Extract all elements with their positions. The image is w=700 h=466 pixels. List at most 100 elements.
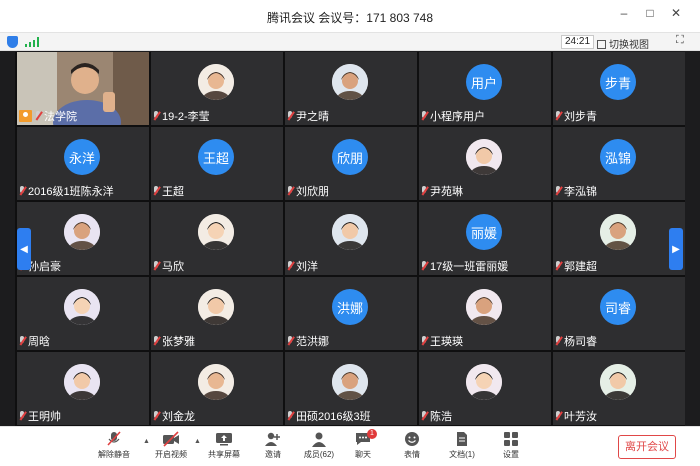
- participant-namebar: 19-2-李莹: [153, 109, 210, 123]
- participant-tile[interactable]: 用户 小程序用户: [419, 52, 551, 125]
- participant-namebar: 刘欣朋: [287, 184, 329, 198]
- mic-muted-icon: [287, 261, 294, 271]
- settings-button[interactable]: 设置: [489, 431, 533, 460]
- chat-button[interactable]: 1 聊天: [341, 429, 385, 460]
- participant-tile[interactable]: 周晗: [17, 277, 149, 350]
- participant-tile[interactable]: 司睿 杨司睿: [553, 277, 685, 350]
- unmute-button[interactable]: 解除静音: [92, 431, 136, 460]
- participant-tile[interactable]: 19-2-李莹: [151, 52, 283, 125]
- avatar: 泓锦: [600, 139, 636, 175]
- participant-name: 19-2-李莹: [162, 111, 210, 123]
- participant-namebar: 范洪娜: [287, 334, 329, 348]
- participant-tile[interactable]: 王超 王超: [151, 127, 283, 200]
- start-video-button[interactable]: 开启视频: [149, 431, 193, 460]
- members-label: 成员(62): [303, 450, 335, 459]
- apps-grid-icon: [504, 432, 518, 446]
- maximize-button[interactable]: □: [640, 6, 660, 20]
- avatar: 王超: [198, 139, 234, 175]
- switch-view-button[interactable]: 切换视图: [597, 36, 649, 51]
- minimize-button[interactable]: –: [614, 6, 634, 20]
- profile-photo: [466, 139, 502, 175]
- participant-name: 17级一班雷丽媛: [430, 261, 509, 273]
- participant-name: 2016级1班陈永洋: [28, 186, 114, 198]
- profile-photo: [64, 289, 100, 325]
- participant-tile[interactable]: 田硕2016级3班: [285, 352, 417, 425]
- share-screen-button[interactable]: 共享屏幕: [202, 431, 246, 460]
- participant-tile[interactable]: 刘洋: [285, 202, 417, 275]
- mic-muted-icon: [35, 111, 42, 121]
- participant-namebar: 17级一班雷丽媛: [421, 259, 508, 273]
- mic-muted-icon: [19, 186, 26, 196]
- participant-name: 刘步青: [564, 111, 597, 123]
- mic-muted-icon: [107, 431, 121, 446]
- participant-name: 陈浩: [430, 411, 452, 423]
- share-screen-icon: [216, 433, 232, 446]
- smiley-icon: [405, 432, 419, 446]
- participant-tile[interactable]: 王瑛瑛: [419, 277, 551, 350]
- participant-tile[interactable]: 马欣: [151, 202, 283, 275]
- mic-muted-icon: [555, 111, 562, 121]
- shield-icon[interactable]: [7, 36, 18, 48]
- participant-tile[interactable]: 丽媛 17级一班雷丽媛: [419, 202, 551, 275]
- participant-tile[interactable]: 陈浩: [419, 352, 551, 425]
- meeting-timer: 24:21: [561, 35, 595, 49]
- window-titlebar: 腾讯会议 会议号：171 803 748 – □ ✕: [0, 0, 700, 33]
- participant-tile[interactable]: 张梦雅: [151, 277, 283, 350]
- participant-tile[interactable]: 洪娜 范洪娜: [285, 277, 417, 350]
- participant-tile[interactable]: 叶芳汝: [553, 352, 685, 425]
- avatar: 司睿: [600, 289, 636, 325]
- profile-photo: [198, 64, 234, 100]
- participant-name: 马欣: [162, 261, 184, 273]
- participant-tile[interactable]: 法学院: [17, 52, 149, 125]
- participant-name: 郭建超: [564, 261, 597, 273]
- participant-namebar: 尹苑琳: [421, 184, 463, 198]
- avatar: 用户: [466, 64, 502, 100]
- participant-namebar: 张梦雅: [153, 334, 195, 348]
- next-page-button[interactable]: ▶: [669, 228, 683, 270]
- participant-name: 李泓锦: [564, 186, 597, 198]
- signal-icon[interactable]: [25, 37, 39, 47]
- participant-tile[interactable]: 欣朋 刘欣朋: [285, 127, 417, 200]
- prev-page-button[interactable]: ◀: [17, 228, 31, 270]
- mic-muted-icon: [421, 261, 428, 271]
- participant-name: 周晗: [28, 336, 50, 348]
- participant-tile[interactable]: 孙启豪: [17, 202, 149, 275]
- close-button[interactable]: ✕: [666, 6, 686, 20]
- reactions-label: 表情: [404, 450, 420, 459]
- members-button[interactable]: 成员(62): [297, 431, 341, 460]
- participant-namebar: 田硕2016级3班: [287, 409, 371, 423]
- participant-tile[interactable]: 尹之晴: [285, 52, 417, 125]
- members-icon: [312, 432, 326, 447]
- profile-photo: [332, 364, 368, 400]
- participant-name: 杨司睿: [564, 336, 597, 348]
- leave-meeting-button[interactable]: 离开会议: [618, 435, 676, 459]
- participant-tile[interactable]: 尹苑琳: [419, 127, 551, 200]
- documents-label: 文档(1): [449, 450, 475, 459]
- reactions-button[interactable]: 表情: [390, 431, 434, 460]
- host-icon: [19, 110, 32, 122]
- add-user-icon: [265, 432, 280, 446]
- profile-photo: [198, 289, 234, 325]
- fullscreen-icon[interactable]: ⛶: [676, 34, 684, 47]
- documents-button[interactable]: 文档(1): [440, 431, 484, 460]
- participant-namebar: 2016级1班陈永洋: [19, 184, 114, 198]
- participant-tile[interactable]: 永洋 2016级1班陈永洋: [17, 127, 149, 200]
- invite-label: 邀请: [265, 450, 281, 459]
- participant-name: 王瑛瑛: [430, 336, 463, 348]
- chevron-right-icon: ▶: [672, 243, 680, 255]
- participant-tile[interactable]: 刘金龙: [151, 352, 283, 425]
- participant-tile[interactable]: 郭建超: [553, 202, 685, 275]
- mic-muted-icon: [421, 411, 428, 421]
- avatar: 欣朋: [332, 139, 368, 175]
- participant-namebar: 刘洋: [287, 259, 318, 273]
- participant-namebar: 王瑛瑛: [421, 334, 463, 348]
- video-options-caret[interactable]: ▲: [194, 438, 201, 445]
- participant-namebar: 马欣: [153, 259, 184, 273]
- mic-muted-icon: [153, 261, 160, 271]
- mic-muted-icon: [19, 336, 26, 346]
- participant-tile[interactable]: 泓锦 李泓锦: [553, 127, 685, 200]
- participant-tile[interactable]: 步青 刘步青: [553, 52, 685, 125]
- participant-tile[interactable]: 王明帅: [17, 352, 149, 425]
- profile-photo: [466, 364, 502, 400]
- invite-button[interactable]: 邀请: [251, 431, 295, 460]
